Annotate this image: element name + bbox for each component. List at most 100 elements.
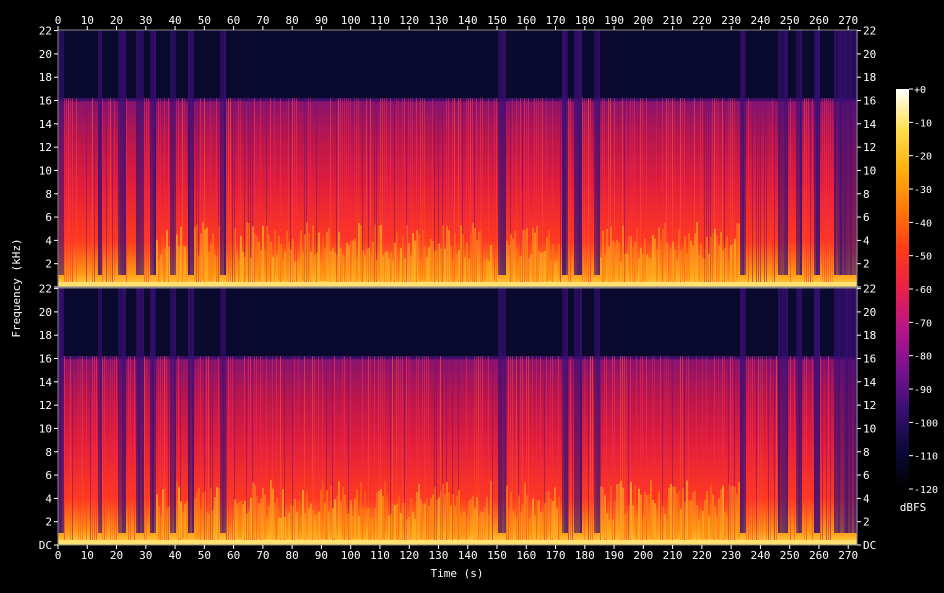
loud-energy-column <box>632 246 634 281</box>
spectral-stripe <box>806 356 807 541</box>
spectral-stripe <box>666 356 667 541</box>
loud-energy-column <box>616 239 618 281</box>
spectral-stripe <box>228 98 229 283</box>
y-tick-label: 4 <box>45 492 52 505</box>
loud-energy-column <box>650 480 652 539</box>
loud-energy-column <box>376 492 378 539</box>
loud-energy-column <box>312 225 314 281</box>
quiet-column <box>598 30 600 275</box>
loud-energy-column <box>198 255 200 281</box>
quiet-column <box>152 30 154 275</box>
loud-energy-column <box>602 230 604 281</box>
loud-energy-column <box>516 246 518 281</box>
loud-energy-column <box>516 518 518 539</box>
loud-energy-column <box>700 510 702 539</box>
loud-energy-column <box>432 494 434 539</box>
loud-energy-column <box>456 253 458 281</box>
loud-energy-column <box>400 512 402 539</box>
loud-energy-column <box>540 511 542 539</box>
loud-energy-column <box>536 500 538 539</box>
loud-energy-column <box>286 230 288 281</box>
loud-energy-column <box>384 252 386 281</box>
loud-energy-column <box>674 250 676 281</box>
loud-energy-column <box>552 500 554 539</box>
loud-energy-column <box>302 251 304 281</box>
loud-energy-column <box>728 261 730 281</box>
loud-energy-column <box>514 230 516 281</box>
spectral-stripe <box>812 98 813 283</box>
quiet-column <box>852 30 854 275</box>
spectral-stripe <box>94 356 95 541</box>
loud-energy-column <box>184 246 186 281</box>
y-tick-label: 10 <box>863 422 876 435</box>
loud-energy-column <box>412 512 414 539</box>
spectral-stripe <box>516 356 517 541</box>
loud-energy-column <box>212 233 214 281</box>
quiet-column <box>798 30 800 275</box>
dark-stripe <box>568 356 569 545</box>
loud-energy-column <box>488 515 490 539</box>
quiet-column <box>188 30 190 275</box>
loud-energy-column <box>236 252 238 281</box>
loud-energy-column <box>418 484 420 539</box>
quiet-column <box>840 30 842 275</box>
quiet-column <box>836 288 838 533</box>
loud-energy-column <box>508 508 510 539</box>
dark-stripe <box>826 356 827 545</box>
quiet-column <box>852 288 854 533</box>
loud-energy-column <box>508 244 510 281</box>
loud-energy-column <box>506 240 508 281</box>
x-tick-label: 230 <box>721 549 741 562</box>
quiet-column <box>220 30 222 275</box>
x-tick-label: 270 <box>838 549 858 562</box>
quiet-column <box>848 30 850 275</box>
loud-energy-column <box>156 494 158 539</box>
quiet-column <box>504 288 506 533</box>
loud-energy-column <box>460 514 462 539</box>
loud-energy-column <box>408 516 410 539</box>
quiet-column <box>796 288 798 533</box>
spectral-stripe <box>496 98 497 283</box>
loud-energy-column <box>716 518 718 539</box>
loud-energy-column <box>334 499 336 539</box>
dark-stripe <box>774 98 775 287</box>
loud-energy-column <box>392 503 394 539</box>
loud-energy-column <box>296 512 298 539</box>
loud-energy-column <box>268 505 270 539</box>
spectral-stripe <box>832 98 833 283</box>
loud-energy-column <box>378 491 380 539</box>
quiet-column <box>814 30 816 275</box>
spectral-stripe <box>590 98 591 283</box>
y-axis-label: Frequency (kHz) <box>10 238 23 337</box>
quiet-column <box>120 288 122 533</box>
loud-energy-column <box>604 254 606 281</box>
loud-energy-column <box>380 225 382 281</box>
y-tick-label: 16 <box>863 95 876 108</box>
spectral-stripe <box>158 98 159 283</box>
y-tick-label: 12 <box>863 399 876 412</box>
loud-energy-column <box>390 252 392 281</box>
loud-energy-column <box>614 242 616 281</box>
loud-energy-column <box>608 519 610 539</box>
loud-energy-column <box>360 482 362 539</box>
quiet-column <box>564 288 566 533</box>
loud-energy-column <box>334 252 336 281</box>
spectral-stripe <box>822 98 823 283</box>
loud-energy-column <box>678 229 680 281</box>
loud-energy-column <box>240 236 242 281</box>
dark-stripe <box>376 98 377 287</box>
loud-energy-column <box>386 251 388 281</box>
loud-energy-column <box>464 511 466 539</box>
loud-energy-column <box>536 225 538 281</box>
quiet-column <box>154 288 156 533</box>
y-tick-label: 10 <box>863 164 876 177</box>
spectral-stripe <box>304 356 305 541</box>
spectral-stripe <box>468 98 469 283</box>
loud-energy-column <box>426 496 428 539</box>
loud-energy-column <box>690 240 692 281</box>
loud-energy-column <box>618 483 620 539</box>
x-tick-label: 70 <box>256 14 269 27</box>
loud-energy-column <box>282 261 284 281</box>
loud-energy-column <box>252 226 254 281</box>
loud-energy-column <box>300 516 302 539</box>
